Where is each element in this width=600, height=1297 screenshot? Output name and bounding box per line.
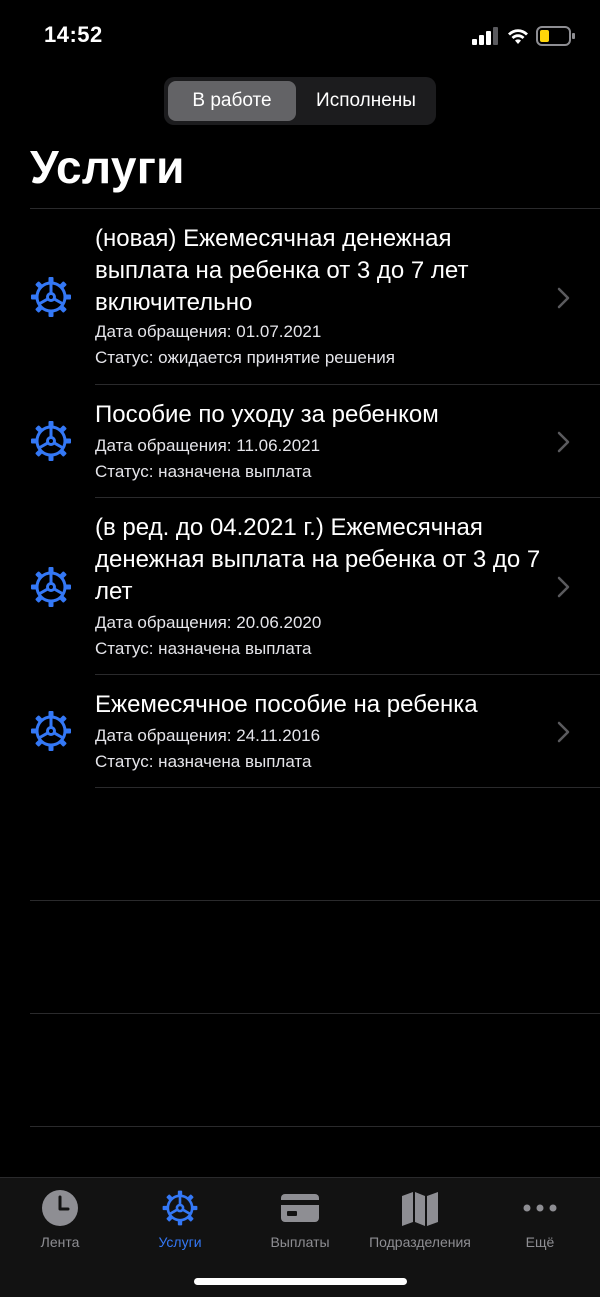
service-row[interactable]: Пособие по уходу за ребенком Дата обраще… <box>0 385 600 497</box>
gear-icon <box>162 1190 198 1226</box>
gear-icon <box>31 711 71 751</box>
service-date: Дата обращения: 24.11.2016 <box>95 726 321 745</box>
card-icon <box>281 1194 319 1222</box>
service-date: Дата обращения: 11.06.2021 <box>95 436 321 455</box>
separator <box>30 1126 600 1127</box>
service-date: Дата обращения: 20.06.2020 <box>95 613 322 632</box>
segment-in-progress[interactable]: В работе <box>168 81 296 121</box>
service-title: (в ред. до 04.2021 г.) Ежемесячная денеж… <box>95 514 541 605</box>
service-title: Ежемесячное пособие на ребенка <box>95 691 478 718</box>
chevron-right-icon <box>557 431 570 453</box>
status-time: 14:52 <box>44 22 103 47</box>
gear-icon <box>31 421 71 461</box>
tab-services[interactable]: Услуги <box>120 1178 240 1258</box>
tab-payments[interactable]: Выплаты <box>240 1178 360 1258</box>
clock-icon <box>42 1190 78 1226</box>
chevron-right-icon <box>557 721 570 743</box>
cellular-signal-icon <box>472 27 498 45</box>
wifi-icon <box>508 29 528 44</box>
gear-icon <box>31 277 71 317</box>
service-date: Дата обращения: 01.07.2021 <box>95 322 322 341</box>
tab-label: Услуги <box>158 1234 202 1250</box>
service-status: Статус: назначена выплата <box>95 639 312 658</box>
chevron-right-icon <box>557 287 570 309</box>
tab-departments[interactable]: Подразделения <box>360 1178 480 1258</box>
separator <box>30 900 600 901</box>
tab-feed[interactable]: Лента <box>0 1178 120 1258</box>
service-row[interactable]: (новая) Ежемесячная денежная выплата на … <box>0 209 600 384</box>
tab-label: Выплаты <box>270 1234 330 1250</box>
service-title: (новая) Ежемесячная денежная выплата на … <box>95 225 469 316</box>
separator <box>95 787 600 788</box>
tab-label: Подразделения <box>369 1234 471 1250</box>
tab-label: Лента <box>40 1234 80 1250</box>
gear-icon <box>31 567 71 607</box>
separator <box>30 1013 600 1014</box>
battery-icon <box>536 26 575 46</box>
service-status: Статус: ожидается принятие решения <box>95 348 395 367</box>
tab-more[interactable]: Ещё <box>480 1178 600 1258</box>
service-row[interactable]: (в ред. до 04.2021 г.) Ежемесячная денеж… <box>0 498 600 674</box>
tab-label: Ещё <box>525 1234 555 1250</box>
service-status: Статус: назначена выплата <box>95 752 312 771</box>
home-indicator[interactable] <box>194 1278 407 1285</box>
segmented-control: В работе Исполнены <box>164 77 436 125</box>
segment-completed[interactable]: Исполнены <box>300 81 432 121</box>
page-title: Услуги <box>30 141 185 193</box>
status-bar: 14:52 <box>0 0 600 70</box>
service-row[interactable]: Ежемесячное пособие на ребенка Дата обра… <box>0 675 600 787</box>
chevron-right-icon <box>557 576 570 598</box>
service-status: Статус: назначена выплата <box>95 462 312 481</box>
more-icon <box>523 1204 557 1212</box>
map-icon <box>402 1192 438 1226</box>
service-title: Пособие по уходу за ребенком <box>95 401 439 428</box>
